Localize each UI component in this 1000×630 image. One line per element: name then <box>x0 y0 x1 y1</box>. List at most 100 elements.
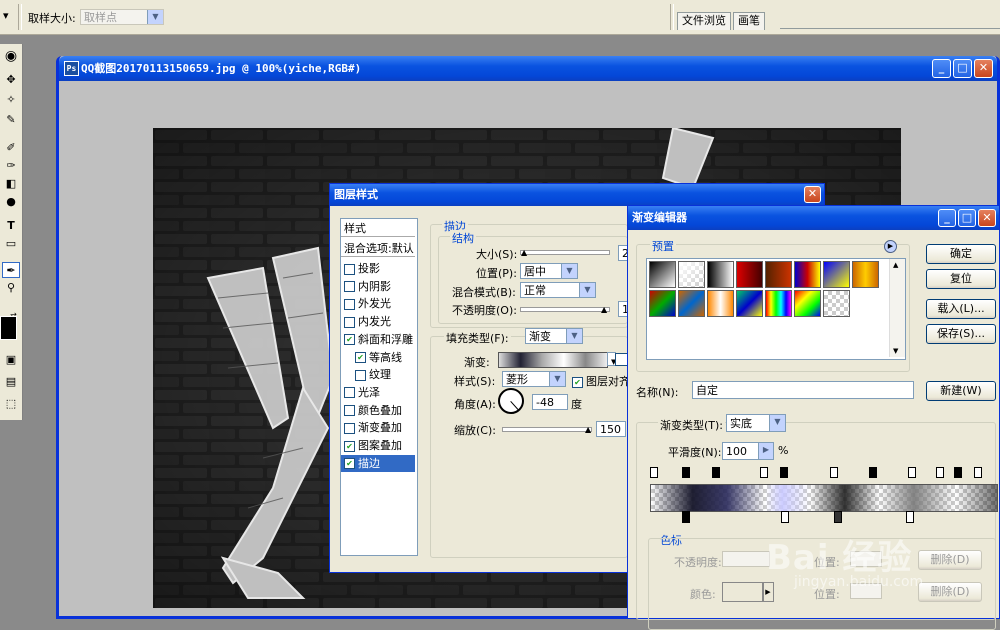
stop-opacity-input[interactable] <box>722 551 770 567</box>
scale-slider[interactable]: ▲ <box>502 425 592 434</box>
move-tool-icon[interactable]: ✥ <box>2 72 20 88</box>
magic-wand-icon[interactable]: ✧ <box>2 92 20 108</box>
new-button[interactable]: 新建(W) <box>926 381 996 401</box>
chevron-right-icon[interactable]: ▶ <box>762 582 774 602</box>
opacity-stop[interactable] <box>869 467 877 478</box>
gradient-editor-minimize-button[interactable]: _ <box>938 209 956 227</box>
checkbox-icon[interactable] <box>344 298 355 310</box>
gradient-type-select[interactable]: 实底 ▼ <box>726 414 786 432</box>
checkbox-icon[interactable] <box>344 405 355 417</box>
opacity-stop[interactable] <box>908 467 916 478</box>
blend-mode-select[interactable]: 正常 ▼ <box>520 282 596 298</box>
opacity-stop[interactable] <box>712 467 720 478</box>
checkbox-icon[interactable] <box>344 281 355 293</box>
preset-swatch[interactable] <box>736 290 763 317</box>
dodge-tool-icon[interactable]: ● <box>2 194 20 210</box>
preset-swatch[interactable] <box>794 290 821 317</box>
heal-brush-icon[interactable]: ✎ <box>2 112 20 128</box>
close-button[interactable]: ✕ <box>974 59 993 78</box>
opacity-stop[interactable] <box>650 467 658 478</box>
align-with-layer-checkbox[interactable]: ✔ 图层对齐 <box>572 373 630 389</box>
shape-tool-icon[interactable]: ▭ <box>2 236 20 252</box>
sample-size-select[interactable]: 取样点 ▼ <box>80 9 164 25</box>
jump-to-imageready-icon[interactable]: ⬚ <box>2 396 20 412</box>
styles-header[interactable]: 样式 <box>341 220 415 237</box>
opacity-stop[interactable] <box>760 467 768 478</box>
preset-swatch[interactable] <box>765 261 792 288</box>
color-stop[interactable] <box>781 511 789 523</box>
tab-file-browser[interactable]: 文件浏览 <box>677 12 731 30</box>
history-brush-icon[interactable]: ✑ <box>2 158 20 174</box>
checkbox-checked-icon[interactable]: ✔ <box>344 440 355 452</box>
smoothness-input[interactable]: 100 ▶ <box>722 442 774 460</box>
opacity-stop[interactable] <box>830 467 838 478</box>
preset-swatch[interactable] <box>736 261 763 288</box>
color-stop[interactable] <box>834 511 842 523</box>
checkbox-icon[interactable] <box>344 422 355 434</box>
opacity-stop[interactable] <box>780 467 788 478</box>
preset-swatch[interactable] <box>707 290 734 317</box>
delete-color-stop-button[interactable]: 删除(D) <box>918 582 982 602</box>
gradient-bar[interactable] <box>650 484 998 512</box>
opacity-stop[interactable] <box>682 467 690 478</box>
presets-scrollbar[interactable]: ▲ ▼ <box>889 259 905 357</box>
gradient-editor-maximize-button[interactable]: □ <box>958 209 976 227</box>
maximize-button[interactable]: □ <box>953 59 972 78</box>
effect-item[interactable]: ✔ 斜面和浮雕 <box>344 331 413 348</box>
preset-swatch[interactable] <box>823 290 850 317</box>
effect-item[interactable]: 内发光 <box>344 313 391 330</box>
checkbox-icon[interactable] <box>355 369 366 381</box>
effect-item[interactable]: ✔ 描边 <box>341 454 415 472</box>
checkbox-icon[interactable] <box>344 263 355 275</box>
type-tool-icon[interactable]: T <box>2 218 20 234</box>
swap-colors-icon[interactable]: ⇄ <box>10 308 20 320</box>
minimize-button[interactable]: _ <box>932 59 951 78</box>
preset-swatch[interactable] <box>707 261 734 288</box>
load-button[interactable]: 载入(L)... <box>926 299 996 319</box>
zoom-tool-icon[interactable]: ⚲ <box>2 280 20 296</box>
checkbox-checked-icon[interactable]: ✔ <box>344 334 355 346</box>
effect-item[interactable]: 渐变叠加 <box>344 419 402 436</box>
effect-item[interactable]: 光泽 <box>344 384 380 401</box>
style-select[interactable]: 菱形 ▼ <box>502 371 566 387</box>
name-input[interactable]: 自定 <box>692 381 914 399</box>
quick-mask-icon[interactable]: ▣ <box>2 352 20 368</box>
presets-menu-arrow-icon[interactable]: ▶ <box>884 240 897 253</box>
scale-input[interactable]: 150 <box>596 421 626 437</box>
tool-preset-picker[interactable]: ▾ <box>3 9 9 22</box>
effect-item[interactable]: 投影 <box>344 260 380 277</box>
preset-swatch[interactable] <box>823 261 850 288</box>
preset-swatch[interactable] <box>794 261 821 288</box>
screen-mode-icon[interactable]: ▤ <box>2 374 20 390</box>
position-select[interactable]: 居中 ▼ <box>520 263 578 279</box>
reset-button[interactable]: 复位 <box>926 269 996 289</box>
opacity-slider[interactable]: ▲ <box>520 305 610 314</box>
opacity-stop[interactable] <box>954 467 962 478</box>
checkbox-icon[interactable] <box>344 316 355 328</box>
checkbox-checked-icon[interactable]: ✔ <box>344 458 355 470</box>
brush-tool-icon[interactable]: ✐ <box>2 140 20 156</box>
effect-item[interactable]: ✔ 图案叠加 <box>344 437 402 454</box>
preset-swatch[interactable] <box>649 290 676 317</box>
eyedropper-tool-icon[interactable]: ✒ <box>2 262 20 278</box>
effect-item[interactable]: 外发光 <box>344 295 391 312</box>
logo-eye-icon[interactable]: ◉ <box>2 48 20 64</box>
document-title-bar[interactable]: Ps QQ截图20170113150659.jpg @ 100%(yiche,R… <box>59 56 997 81</box>
angle-input[interactable]: -48 <box>532 394 568 410</box>
gradient-editor-close-button[interactable]: ✕ <box>978 209 996 227</box>
checkbox-checked-icon[interactable]: ✔ <box>355 352 366 363</box>
layer-style-title-bar[interactable]: 图层样式 <box>330 184 824 206</box>
effect-item[interactable]: 内阴影 <box>344 278 391 295</box>
preset-swatch[interactable] <box>649 261 676 288</box>
delete-opacity-stop-button[interactable]: 删除(D) <box>918 550 982 570</box>
blend-options-item[interactable]: 混合选项:默认 <box>341 240 415 257</box>
foreground-color-swatch[interactable] <box>0 316 17 340</box>
preset-swatch[interactable] <box>678 261 705 288</box>
opacity-stop[interactable] <box>936 467 944 478</box>
gradient-preview[interactable] <box>498 352 608 368</box>
checkbox-icon[interactable] <box>344 387 355 399</box>
size-slider[interactable]: ▲ <box>520 248 610 257</box>
color-stop[interactable] <box>682 511 690 523</box>
save-button[interactable]: 保存(S)... <box>926 324 996 344</box>
fill-type-select[interactable]: 渐变 ▼ <box>525 328 583 344</box>
